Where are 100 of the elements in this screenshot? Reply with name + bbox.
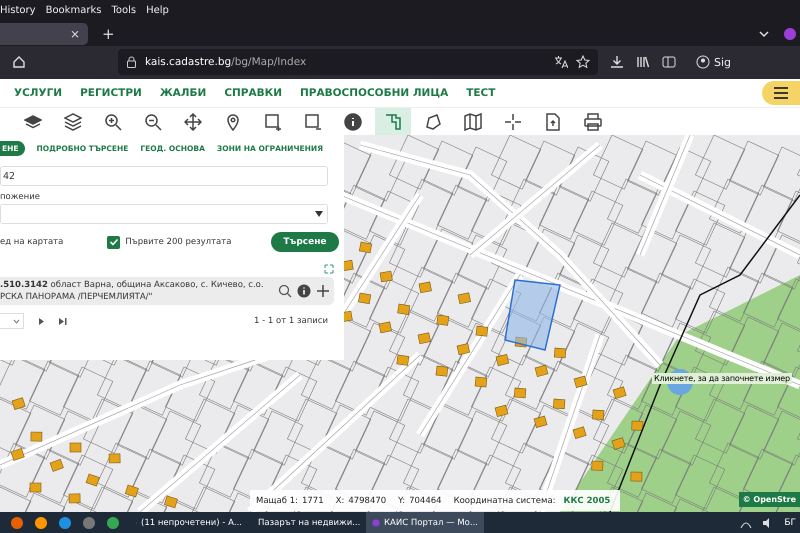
building — [397, 304, 410, 315]
home-icon[interactable] — [12, 55, 26, 70]
map-icon — [464, 112, 482, 130]
y-label: Y: — [398, 496, 406, 506]
building — [164, 496, 178, 508]
building — [612, 386, 627, 399]
nav-link[interactable]: УСЛУГИ — [14, 87, 62, 100]
chevron-down-icon — [13, 318, 20, 324]
zoom-out-icon — [144, 112, 162, 130]
star-icon[interactable] — [576, 55, 590, 70]
result-text: РСКА ПАНОРАМА /ПЕРЧЕМЛИЯТА/" — [0, 292, 154, 302]
building — [514, 336, 528, 348]
rect-add-icon — [264, 112, 282, 130]
menu-icon — [774, 87, 788, 100]
building — [494, 404, 508, 418]
building — [554, 348, 566, 358]
account-button[interactable]: Sig — [696, 55, 732, 70]
option-label: ед на картата — [0, 237, 64, 247]
map-attribution[interactable]: © OpenStre — [738, 492, 800, 507]
nav-link[interactable]: ЖАЛБИ — [160, 87, 206, 100]
dropdown-caret-icon — [315, 211, 323, 217]
nav-link[interactable]: РЕГИСТРИ — [80, 87, 142, 100]
building — [591, 460, 604, 471]
building — [436, 314, 450, 326]
x-value: 4798470 — [348, 496, 386, 506]
query-field[interactable]: 42 — [0, 166, 328, 186]
system-label: Координатна система: — [454, 496, 556, 506]
zoom-in-icon — [104, 112, 122, 130]
checkbox-label: Първите 200 резултата — [125, 237, 232, 247]
building — [572, 426, 587, 439]
building — [534, 364, 548, 378]
measure-hint-text: Кликнете, за да започнете измер — [652, 373, 792, 384]
search-button[interactable]: Търсене — [271, 232, 339, 252]
coordinate-system-dropdown[interactable]: ККС 2005 — [564, 496, 610, 506]
plus-icon[interactable] — [316, 284, 330, 298]
building — [86, 474, 100, 486]
extension-icon[interactable] — [784, 28, 796, 40]
result-row[interactable]: .510.3142 област Варна, община Аксаково, с. Кичево, с.о. РСКА ПАНОРАМА /ПЕРЧЕМЛИЯТА/" — [0, 277, 334, 305]
download-icon[interactable] — [610, 55, 624, 70]
building — [378, 322, 392, 334]
building — [496, 354, 510, 366]
expand-icon[interactable] — [324, 264, 334, 274]
nav-link[interactable]: ПРАВОСПОСОБНИ ЛИЦА — [300, 87, 448, 100]
building — [108, 454, 120, 464]
address-field[interactable]: kais.cadastre.bg/bg/Map/Index — [118, 49, 598, 76]
building — [553, 398, 566, 410]
result-text: .510.3142 област Варна, община Аксаково, с. Кичево, с.о. — [0, 280, 265, 290]
building — [630, 472, 642, 482]
language-indicator[interactable]: БГ — [784, 518, 796, 528]
building — [30, 482, 42, 492]
building — [358, 242, 372, 254]
polygon-icon — [424, 112, 442, 130]
building — [418, 332, 431, 344]
print-icon — [584, 112, 602, 130]
building — [12, 397, 26, 410]
document-icon — [544, 112, 562, 130]
first-200-checkbox[interactable]: Първите 200 резултата — [107, 236, 232, 248]
menu-item[interactable]: Bookmarks — [46, 5, 102, 16]
browser-tab[interactable]: × — [0, 22, 88, 45]
check-icon — [108, 237, 119, 247]
menu-item[interactable]: Help — [146, 5, 169, 16]
building — [124, 484, 139, 498]
rect-remove-icon — [304, 112, 322, 130]
building — [10, 448, 25, 461]
account-icon — [696, 55, 710, 70]
translate-icon[interactable] — [554, 55, 568, 70]
building — [592, 410, 604, 420]
nav-link[interactable]: СПРАВКИ — [224, 87, 282, 100]
info-icon[interactable] — [297, 284, 311, 298]
scale-label: Мащаб 1: — [256, 496, 298, 506]
nav-link[interactable]: ТЕСТ — [466, 87, 496, 100]
field-label: пожение — [0, 192, 40, 202]
building — [574, 376, 588, 388]
building — [476, 326, 488, 337]
building — [396, 354, 410, 366]
search-icon[interactable] — [278, 284, 292, 298]
library-icon[interactable] — [636, 55, 650, 70]
crosshair-icon — [504, 112, 522, 130]
last-page-icon[interactable] — [59, 318, 67, 324]
sidebar-icon[interactable] — [662, 55, 676, 70]
building — [380, 270, 393, 282]
building — [30, 432, 42, 442]
map-tool-button[interactable] — [375, 108, 411, 135]
building — [631, 420, 644, 431]
building — [68, 494, 80, 504]
taskbar-button[interactable]: Пазарът на недвижи... — [248, 512, 366, 533]
new-tab-button[interactable]: + — [102, 24, 115, 43]
taskbar-button[interactable]: КАИС Портал — Мо... — [366, 512, 484, 533]
building — [50, 458, 64, 472]
menu-button[interactable] — [762, 81, 800, 106]
next-page-icon[interactable] — [38, 318, 45, 324]
y-value: 704464 — [409, 496, 442, 506]
building — [474, 376, 488, 388]
building — [534, 416, 548, 428]
menu-item[interactable]: History — [0, 5, 36, 16]
taskbar-button[interactable]: (11 непрочетени) - А... — [130, 512, 248, 533]
layers-filled-icon — [24, 112, 42, 130]
close-tab-button[interactable]: × — [70, 26, 80, 41]
checkbox[interactable] — [107, 236, 120, 248]
menu-item[interactable]: Tools — [111, 5, 136, 16]
